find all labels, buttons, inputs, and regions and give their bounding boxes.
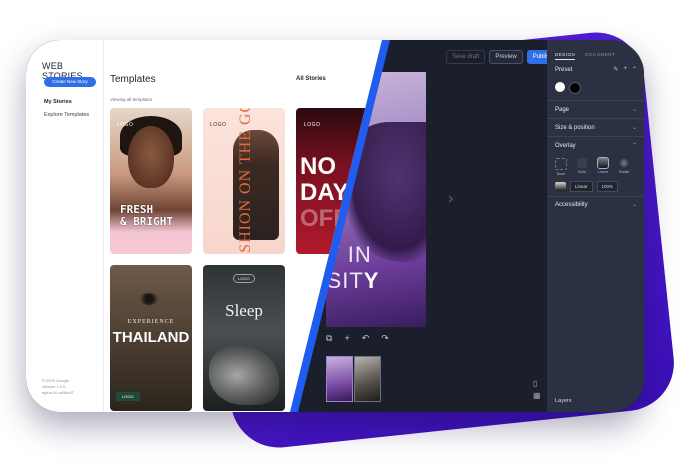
overlay-section[interactable]: Overlay ⌃ — [555, 142, 637, 150]
canvas-headline-line2[interactable]: ERSITY — [326, 268, 379, 294]
layers-panel-toggle[interactable]: Layers — [555, 398, 572, 404]
template-title: FASHION ON THE GO — [237, 108, 255, 254]
overlay-radial-option[interactable]: Radial — [616, 158, 632, 176]
template-title-line2: & BRIGHT — [120, 215, 173, 228]
divider — [547, 136, 644, 137]
accessibility-title: Accessibility — [555, 201, 588, 208]
create-new-story-button[interactable]: Create New Story — [44, 77, 96, 87]
duplicate-page-icon[interactable]: ⧉ — [326, 333, 332, 344]
grid-view-icon[interactable]: ▦ — [533, 390, 541, 402]
preset-tools: ✎ + ⌃ — [613, 66, 637, 73]
template-title: THAILAND — [112, 329, 190, 346]
overlay-radial-icon — [619, 158, 629, 168]
overlay-solid-label: Solid — [578, 170, 586, 174]
phone-view-icon[interactable]: ▯ — [533, 378, 541, 390]
overlay-settings-row: Linear 100% — [555, 181, 619, 192]
tab-design[interactable]: DESIGN — [555, 52, 576, 60]
template-logo: LOGO — [116, 392, 140, 401]
overlay-linear-label: Linear — [598, 170, 608, 174]
page-thumbnail-2[interactable] — [354, 356, 381, 402]
overlay-mode-field[interactable]: Linear — [570, 181, 593, 192]
chevron-up-icon[interactable]: ⌃ — [632, 66, 637, 73]
color-swatch-white[interactable] — [555, 82, 565, 92]
divider — [547, 196, 644, 197]
chevron-down-icon: ⌄ — [631, 125, 637, 131]
add-page-icon[interactable]: + — [344, 333, 349, 344]
overlay-type-options: None Solid Linear Radial — [553, 157, 632, 176]
template-card-fresh-bright[interactable]: LOGO FRESH & BRIGHT — [110, 108, 192, 254]
save-draft-button[interactable]: Save draft — [446, 50, 486, 64]
preset-section: Preset ✎ + ⌃ — [555, 66, 637, 73]
panel-tabs: DESIGN DOCUMENT — [547, 40, 644, 60]
template-title: Sleep — [225, 301, 263, 320]
overlay-none-option[interactable]: None — [553, 158, 569, 176]
overlay-none-icon — [555, 158, 567, 170]
overlay-linear-option[interactable]: Linear — [595, 157, 611, 176]
overlay-opacity-field[interactable]: 100% — [596, 181, 619, 192]
page-thumbnail-1[interactable] — [326, 356, 353, 402]
viewing-label: Viewing all templates — [110, 97, 153, 102]
overlay-linear-icon — [597, 157, 609, 169]
template-logo: LOGO — [233, 274, 255, 283]
edit-pencil-icon[interactable]: ✎ — [613, 66, 618, 73]
overlay-radial-label: Radial — [618, 170, 630, 174]
template-photo-face — [128, 126, 174, 188]
page-title: Templates — [110, 74, 156, 85]
undo-icon[interactable]: ↶ — [362, 333, 370, 344]
chevron-up-icon: ⌃ — [631, 143, 637, 149]
page-section[interactable]: Page ⌄ — [555, 106, 637, 114]
size-position-section[interactable]: Size & position ⌄ — [555, 124, 637, 132]
overlay-title: Overlay — [555, 142, 576, 149]
overlay-solid-icon — [577, 158, 587, 168]
template-card-sleep[interactable]: LOGO Sleep — [203, 265, 285, 411]
template-logo: LOGO — [304, 122, 321, 128]
page-section-title: Page — [555, 106, 570, 113]
gradient-preview[interactable] — [555, 182, 566, 191]
chevron-down-icon: ⌄ — [631, 202, 637, 208]
redo-icon[interactable]: ↷ — [381, 333, 389, 344]
preview-button[interactable]: Preview — [489, 50, 523, 64]
app-window: Save draft Preview Publish OF UTY IN ERS… — [26, 40, 644, 412]
version-footer: © 2020 Google Version 1.0.0- alpha.10-ce… — [42, 378, 74, 396]
divider — [547, 100, 644, 101]
elephant-eye-image — [138, 293, 160, 305]
nav-my-stories[interactable]: My Stories — [44, 99, 72, 105]
canvas-headline-line2-bold: Y — [363, 268, 380, 293]
editor-toolbar: Save draft Preview Publish — [446, 50, 559, 64]
nav-explore-templates[interactable]: Explore Templates — [44, 112, 89, 118]
color-swatch-black[interactable] — [569, 82, 581, 94]
template-logo: LOGO — [117, 122, 134, 128]
next-page-arrow-icon[interactable]: › — [448, 190, 453, 208]
overlay-none-label: None — [556, 172, 566, 176]
divider — [547, 118, 644, 119]
view-toggle-icons: ▯ ▦ — [533, 378, 541, 402]
template-card-thailand[interactable]: EXPERIENCE THAILAND LOGO — [110, 265, 192, 411]
dashboard-sidebar: WEB STORIES Create New Story My Stories … — [26, 40, 104, 412]
carousel-tools: ⧉ + ↶ ↷ — [326, 333, 389, 344]
tab-document[interactable]: DOCUMENT — [585, 52, 615, 60]
design-panel: DESIGN DOCUMENT Preset ✎ + ⌃ Page ⌄ Size — [547, 40, 644, 412]
chevron-down-icon: ⌄ — [631, 107, 637, 113]
footer-build: alpha.10-ce56c97 — [42, 390, 74, 395]
template-card-fashion[interactable]: LOGO FASHION ON THE GO — [203, 108, 285, 254]
template-logo: LOGO — [210, 122, 227, 128]
all-stories-link[interactable]: All Stories — [296, 76, 326, 82]
add-preset-icon[interactable]: + — [623, 66, 627, 73]
template-subtitle: EXPERIENCE — [127, 319, 175, 325]
size-position-title: Size & position — [555, 124, 595, 131]
preset-title: Preset — [555, 66, 573, 73]
accessibility-section[interactable]: Accessibility ⌄ — [555, 201, 637, 209]
fabric-image — [209, 345, 279, 405]
template-title: FRESH & BRIGHT — [120, 204, 173, 228]
overlay-solid-option[interactable]: Solid — [574, 158, 590, 176]
